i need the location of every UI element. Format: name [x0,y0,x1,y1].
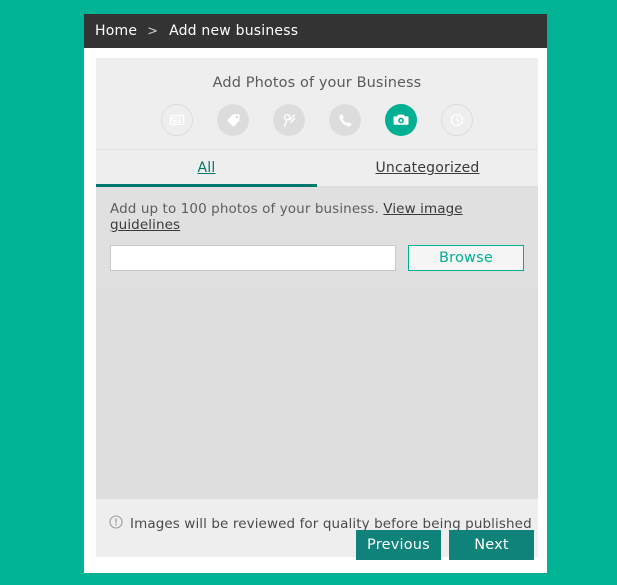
step-phone[interactable] [329,104,361,136]
breadcrumb-separator: > [147,23,159,39]
breadcrumb-current: Add new business [169,23,299,39]
photo-tabs: All Uncategorized [96,150,538,187]
previous-button[interactable]: Previous [356,530,441,560]
step-indicator [96,104,538,150]
upload-hint: Add up to 100 photos of your business. V… [110,201,524,233]
page-title: Add Photos of your Business [212,75,422,91]
tag-icon [225,112,242,129]
breadcrumb-home-link[interactable]: Home [95,23,137,39]
camera-icon [392,111,410,129]
step-tag[interactable] [217,104,249,136]
clock-icon [449,112,465,128]
next-button[interactable]: Next [449,530,534,560]
upload-section: Add up to 100 photos of your business. V… [96,187,538,287]
step-hours[interactable] [441,104,473,136]
step-business-card[interactable] [161,104,193,136]
info-circle-icon [109,515,123,533]
business-card-icon [169,112,185,128]
browse-button[interactable]: Browse [408,245,524,271]
uploader-row: Browse [110,245,524,271]
upload-hint-text: Add up to 100 photos of your business. [110,201,379,217]
review-note: Images will be reviewed for quality befo… [96,499,538,533]
file-path-input[interactable] [110,245,396,271]
photo-gallery-area[interactable] [96,287,538,499]
photos-panel: Add Photos of your Business All Uncatego… [96,58,538,557]
breadcrumb: Home > Add new business [84,14,547,48]
location-pin-icon [281,112,298,129]
phone-icon [337,112,354,129]
wizard-footer: Previous Next [356,530,534,560]
step-location[interactable] [273,104,305,136]
tab-uncategorized[interactable]: Uncategorized [317,150,538,186]
tab-all[interactable]: All [96,150,317,187]
add-business-window: Home > Add new business Add Photos of yo… [84,14,547,573]
step-photos[interactable] [385,104,417,136]
